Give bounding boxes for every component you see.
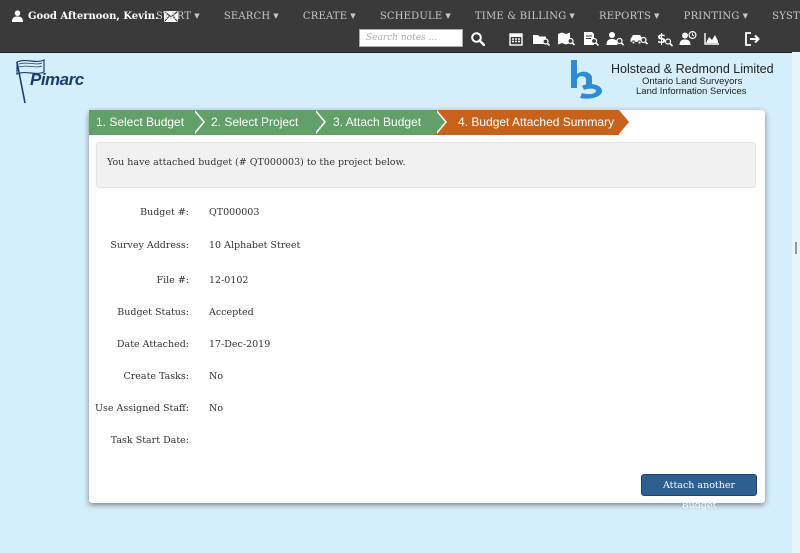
client-search-button[interactable] [606, 30, 624, 47]
value-use-assigned-staff: No [209, 403, 224, 414]
nav-system[interactable]: SYSTEM▼ [772, 8, 800, 24]
logout-icon [744, 31, 760, 46]
label-survey-address: Survey Address: [110, 240, 189, 251]
calendar-button[interactable] [507, 30, 525, 47]
value-date-attached: 17-Dec-2019 [209, 339, 271, 350]
reports-chart-button[interactable] [703, 30, 721, 47]
company-tagline-2: Land Information Services [636, 86, 747, 97]
nav-schedule[interactable]: SCHEDULE ▼ [380, 8, 463, 24]
billing-search-button[interactable]: $ [655, 30, 673, 47]
nav-reports[interactable]: REPORTS ▼ [599, 8, 672, 24]
main-nav: START ▼ SEARCH ▼ CREATE ▼ SCHEDULE ▼ TIME & … [156, 8, 800, 24]
logout-button[interactable] [743, 30, 761, 47]
label-use-assigned-staff: Use Assigned Staff: [94, 403, 189, 414]
wizard-step-select-budget[interactable]: 1. Select Budget [89, 110, 205, 135]
pimarc-logo[interactable]: Pimarc [14, 58, 86, 104]
map-search-icon [558, 32, 575, 46]
greeting-text: Good Afternoon, Kevin. [28, 10, 159, 22]
document-search-icon [583, 32, 599, 46]
notice-text: You have attached budget (# QT000003) to… [107, 157, 406, 168]
wizard-step-select-project[interactable]: 2. Select Project [193, 110, 326, 135]
attach-confirmation-notice: You have attached budget (# QT000003) to… [96, 142, 756, 188]
search-notes-input[interactable] [359, 29, 463, 47]
user-greeting[interactable]: Good Afternoon, Kevin. [12, 8, 178, 24]
person-clock-icon [679, 31, 697, 45]
top-bar: Good Afternoon, Kevin. START ▼ SEARCH ▼ CR… [0, 0, 800, 53]
area-chart-icon [704, 33, 719, 45]
scrollbar-thumb[interactable] [795, 242, 797, 254]
vehicle-search-button[interactable] [630, 30, 648, 47]
nav-printing[interactable]: PRINTING ▼ [684, 8, 761, 24]
company-logo: Holstead & Redmond Limited Ontario Land … [568, 58, 780, 102]
search-button[interactable] [469, 30, 487, 47]
map-search-button[interactable] [557, 30, 575, 47]
value-file-number: 12-0102 [209, 275, 249, 286]
label-task-start-date: Task Start Date: [110, 435, 189, 446]
nav-start[interactable]: START ▼ [156, 8, 212, 24]
nav-create[interactable]: CREATE ▼ [303, 8, 368, 24]
pimarc-logo-text: Pimarc [30, 70, 84, 89]
time-tracking-button[interactable] [679, 30, 697, 47]
wizard-steps: 1. Select Budget 2. Select Project 3. At… [89, 110, 631, 135]
label-budget-number: Budget #: [140, 207, 189, 218]
page-scrollbar[interactable] [792, 52, 800, 553]
svg-text:$: $ [657, 32, 666, 47]
calendar-icon [509, 32, 523, 46]
value-create-tasks: No [209, 371, 224, 382]
value-budget-number: QT000003 [209, 207, 260, 218]
label-create-tasks: Create Tasks: [123, 371, 189, 382]
dollar-search-icon: $ [657, 32, 673, 47]
nav-search[interactable]: SEARCH ▼ [224, 8, 291, 24]
vehicle-search-icon [630, 35, 648, 45]
label-budget-status: Budget Status: [117, 307, 189, 318]
folder-search-icon [533, 34, 550, 46]
nav-time-billing[interactable]: TIME & BILLING ▼ [475, 8, 587, 24]
document-search-button[interactable] [581, 30, 599, 47]
wizard-step-attach-budget[interactable]: 3. Attach Budget [314, 110, 447, 135]
search-icon [471, 31, 485, 46]
value-survey-address: 10 Alphabet Street [209, 240, 301, 251]
user-icon [12, 10, 23, 22]
company-name: Holstead & Redmond Limited [611, 62, 774, 76]
folder-search-button[interactable] [532, 30, 550, 47]
hr-logo-mark [571, 60, 602, 99]
label-date-attached: Date Attached: [116, 339, 189, 350]
label-file-number: File #: [156, 275, 189, 286]
wizard-step-summary[interactable]: 4. Budget Attached Summary [435, 110, 631, 135]
value-budget-status: Accepted [209, 307, 254, 318]
attach-another-budget-button[interactable]: Attach another Budget [641, 474, 757, 511]
person-search-icon [606, 32, 624, 46]
